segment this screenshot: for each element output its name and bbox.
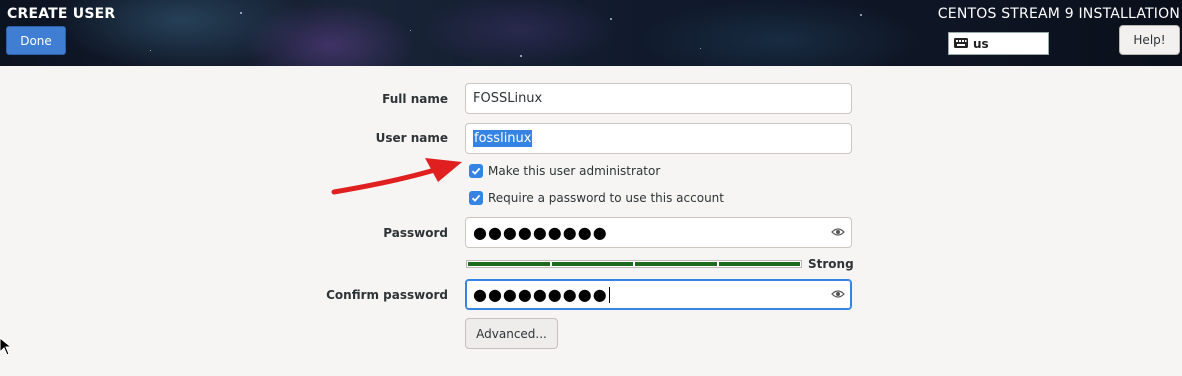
star-decoration [860, 14, 862, 16]
eye-icon[interactable] [831, 226, 845, 241]
star-decoration [520, 55, 522, 57]
header-bar: CREATE USER Done CENTOS STREAM 9 INSTALL… [0, 0, 1182, 66]
full-name-input[interactable]: FOSSLinux [465, 83, 852, 114]
checkmark-icon [469, 191, 483, 205]
make-admin-label: Make this user administrator [488, 164, 661, 178]
star-decoration [240, 12, 242, 14]
require-password-label: Require a password to use this account [488, 191, 724, 205]
password-strength-label: Strong [808, 257, 854, 271]
spoke-title: CREATE USER [7, 6, 116, 22]
star-decoration [410, 30, 411, 31]
strength-segment [635, 262, 717, 266]
user-name-input[interactable]: fosslinux [465, 123, 852, 154]
confirm-password-value: ●●●●●●●●● [473, 285, 608, 304]
full-name-label: Full name [382, 92, 448, 106]
password-strength-meter [466, 260, 802, 268]
require-password-checkbox[interactable]: Require a password to use this account [469, 191, 724, 205]
keyboard-layout-label: us [973, 36, 989, 51]
annotation-arrow [331, 158, 462, 195]
mouse-pointer-icon [0, 338, 12, 356]
keyboard-icon [954, 37, 973, 51]
password-input[interactable]: ●●●●●●●●● [465, 217, 852, 248]
product-title: CENTOS STREAM 9 INSTALLATION [937, 6, 1180, 22]
strength-segment [468, 262, 550, 266]
checkmark-icon [469, 164, 483, 178]
full-name-value: FOSSLinux [473, 91, 543, 106]
strength-segment [718, 262, 800, 266]
star-decoration [150, 50, 151, 51]
make-admin-checkbox[interactable]: Make this user administrator [469, 164, 660, 178]
strength-segment [551, 262, 633, 266]
keyboard-layout-indicator[interactable]: us [948, 32, 1049, 55]
text-caret [608, 286, 610, 303]
eye-icon[interactable] [831, 288, 845, 303]
confirm-password-input[interactable]: ●●●●●●●●● [465, 279, 852, 310]
help-button[interactable]: Help! [1119, 25, 1180, 55]
done-button[interactable]: Done [6, 26, 66, 55]
create-user-form: Full name FOSSLinux User name fosslinux … [0, 66, 1182, 376]
advanced-button[interactable]: Advanced... [465, 318, 558, 349]
password-label: Password [383, 226, 448, 240]
user-name-value: fosslinux [473, 130, 533, 147]
user-name-label: User name [375, 131, 448, 145]
star-decoration [700, 48, 701, 49]
password-value: ●●●●●●●●● [473, 223, 608, 242]
confirm-password-label: Confirm password [326, 288, 448, 302]
star-decoration [610, 18, 612, 20]
